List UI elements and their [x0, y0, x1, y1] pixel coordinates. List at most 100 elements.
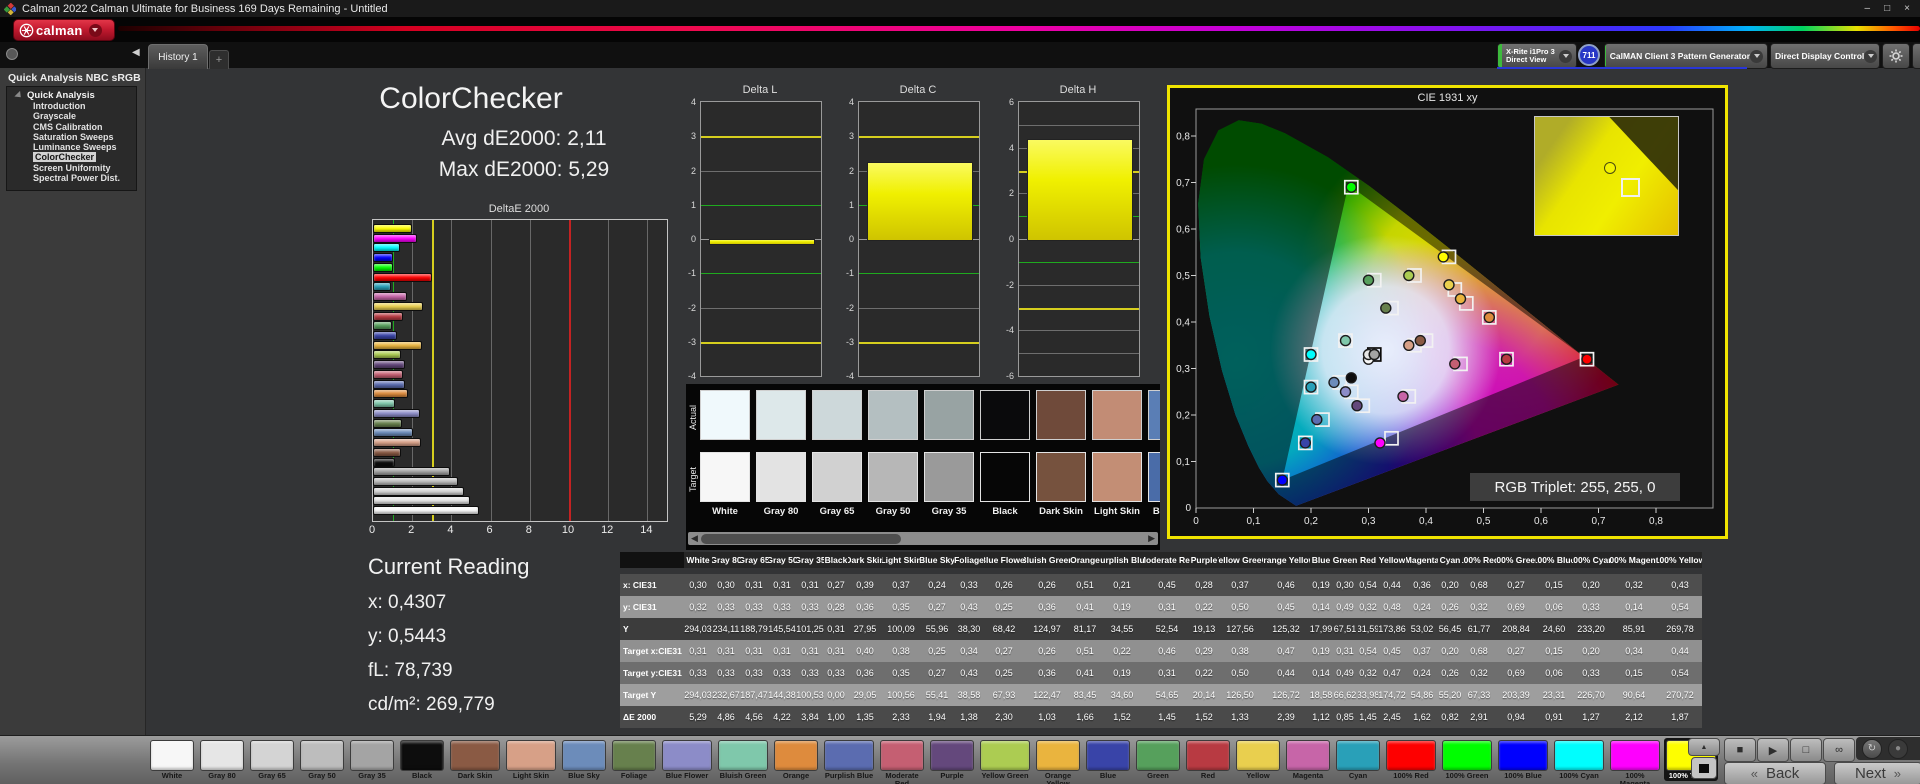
table-corner — [620, 552, 684, 568]
table-cell: 0,24 — [1406, 596, 1438, 618]
target-swatch-gray-65[interactable] — [812, 452, 862, 502]
scroll-left-icon[interactable]: ◀ — [691, 532, 698, 545]
maximize-button[interactable]: □ — [1884, 3, 1890, 14]
display-control-dropdown[interactable]: Direct Display Control — [1770, 43, 1880, 69]
sidebar-item-cms-calibration[interactable]: CMS Calibration — [33, 122, 136, 132]
sidebar-item-spectral-power-dist-[interactable]: Spectral Power Dist. — [33, 173, 136, 183]
actual-swatch-black[interactable] — [980, 390, 1030, 440]
pattern-button-yellow-green[interactable]: Yellow Green — [978, 738, 1032, 781]
tree-expander-icon[interactable] — [14, 90, 24, 101]
sidebar-item-luminance-sweeps[interactable]: Luminance Sweeps — [33, 142, 136, 152]
pattern-button-cyan[interactable]: Cyan — [1334, 738, 1382, 781]
pattern-generator-dropdown-icon[interactable] — [1750, 49, 1763, 63]
measured-dot — [1581, 353, 1593, 365]
loop-button[interactable]: ∞ — [1823, 738, 1855, 762]
target-swatch-dark-skin[interactable] — [1036, 452, 1086, 502]
pattern-button-100-red[interactable]: 100% Red — [1384, 738, 1438, 781]
pattern-button-foliage[interactable]: Foliage — [610, 738, 658, 781]
pattern-button-blue[interactable]: Blue — [1084, 738, 1132, 781]
pattern-generator-dropdown[interactable]: CalMAN Client 3 Pattern Generator — [1604, 43, 1768, 69]
sidebar-item-saturation-sweeps[interactable]: Saturation Sweeps — [33, 132, 136, 142]
stop-button[interactable]: ■ — [1724, 738, 1756, 762]
target-swatch-black[interactable] — [980, 452, 1030, 502]
pattern-button-purple[interactable]: Purple — [928, 738, 976, 781]
pattern-button-orange-yellow[interactable]: Orange Yellow — [1034, 738, 1082, 784]
swatch-name-label: Gray 35 — [931, 506, 967, 517]
actual-swatch-gray-35[interactable] — [924, 390, 974, 440]
svg-text:0,4: 0,4 — [1419, 516, 1433, 527]
tree-root[interactable]: Quick Analysis — [14, 90, 136, 101]
table-cell: 0,25 — [984, 596, 1024, 618]
tab-history-1[interactable]: History 1 — [148, 44, 208, 69]
swatch-name-label: Gray 80 — [763, 506, 799, 517]
actual-swatch-dark-skin[interactable] — [1036, 390, 1086, 440]
pattern-button-100-magenta[interactable]: 100% Magenta — [1608, 738, 1662, 784]
pattern-button-white[interactable]: White — [148, 738, 196, 781]
table-cell: 269,78 — [1658, 618, 1702, 640]
pattern-button-100-green[interactable]: 100% Green — [1440, 738, 1494, 781]
sidebar-item-grayscale[interactable]: Grayscale — [33, 111, 136, 121]
row-label: Y — [620, 618, 684, 640]
de-bar-gray-80 — [373, 496, 471, 506]
swatch-scroll-thumb[interactable] — [701, 533, 901, 544]
pattern-button-gray-65[interactable]: Gray 65 — [248, 738, 296, 781]
pattern-window-button[interactable]: □ — [1790, 738, 1822, 762]
calman-logo-button[interactable]: calman — [13, 19, 115, 41]
pattern-window-button[interactable] — [1691, 757, 1717, 779]
pattern-button-yellow[interactable]: Yellow — [1234, 738, 1282, 781]
partial-toolbar-button[interactable] — [1912, 43, 1920, 69]
pattern-button-dark-skin[interactable]: Dark Skin — [448, 738, 502, 781]
actual-swatch-gray-80[interactable] — [756, 390, 806, 440]
meter-count-badge[interactable]: 711 — [1578, 44, 1600, 66]
pattern-button-gray-80[interactable]: Gray 80 — [198, 738, 246, 781]
minimize-button[interactable]: – — [1865, 3, 1871, 14]
pattern-button-moderate-red[interactable]: Moderate Red — [878, 738, 926, 784]
play-button[interactable]: ▶ — [1757, 738, 1789, 762]
target-swatch-blue-sky[interactable] — [1148, 452, 1160, 502]
pattern-button-blue-flower[interactable]: Blue Flower — [660, 738, 714, 781]
sidebar-item-colorchecker[interactable]: ColorChecker — [33, 152, 136, 163]
add-tab-button[interactable]: + — [209, 50, 229, 69]
swatch-scrollbar[interactable]: ◀ ▶ — [688, 532, 1158, 545]
actual-swatch-gray-65[interactable] — [812, 390, 862, 440]
next-button[interactable]: Next » — [1834, 762, 1920, 784]
target-swatch-light-skin[interactable] — [1092, 452, 1142, 502]
sidebar-item-introduction[interactable]: Introduction — [33, 101, 136, 111]
target-swatch-gray-50[interactable] — [868, 452, 918, 502]
pattern-button-100-blue[interactable]: 100% Blue — [1496, 738, 1550, 781]
measurement-table: White Gray 80 Gray 65 Gray 50 Gray 35 Black Da… — [620, 552, 1702, 728]
close-button[interactable]: × — [1904, 3, 1910, 14]
target-swatch-gray-35[interactable] — [924, 452, 974, 502]
pattern-button-purplish-blue[interactable]: Purplish Blue — [822, 738, 876, 781]
pattern-button-light-skin[interactable]: Light Skin — [504, 738, 558, 781]
pattern-button-green[interactable]: Green — [1134, 738, 1182, 781]
target-swatch-gray-80[interactable] — [756, 452, 806, 502]
extra-round-button[interactable]: ● — [1888, 738, 1908, 759]
pattern-button-gray-50[interactable]: Gray 50 — [298, 738, 346, 781]
scroll-right-icon[interactable]: ▶ — [1148, 532, 1155, 545]
meter-dropdown-icon[interactable] — [1559, 49, 1572, 63]
logo-menu-dropdown[interactable] — [88, 23, 102, 37]
tab-scroll-left-icon[interactable]: ◀ — [132, 47, 140, 58]
pattern-button-100-cyan[interactable]: 100% Cyan — [1552, 738, 1606, 781]
pattern-button-red[interactable]: Red — [1184, 738, 1232, 781]
pattern-button-gray-35[interactable]: Gray 35 — [348, 738, 396, 781]
actual-swatch-light-skin[interactable] — [1092, 390, 1142, 440]
pattern-button-orange[interactable]: Orange — [772, 738, 820, 781]
sidebar-item-screen-uniformity[interactable]: Screen Uniformity — [33, 163, 136, 173]
target-swatch-white[interactable] — [700, 452, 750, 502]
back-button[interactable]: « Back — [1724, 762, 1826, 784]
actual-swatch-blue-sky[interactable] — [1148, 390, 1160, 440]
settings-button[interactable] — [1882, 43, 1910, 69]
actual-swatch-white[interactable] — [700, 390, 750, 440]
layout-dot-button[interactable] — [6, 48, 18, 60]
pattern-button-black[interactable]: Black — [398, 738, 446, 781]
actual-swatch-gray-50[interactable] — [868, 390, 918, 440]
pattern-button-blue-sky[interactable]: Blue Sky — [560, 738, 608, 781]
display-control-dropdown-icon[interactable] — [1864, 49, 1878, 63]
pattern-button-magenta[interactable]: Magenta — [1284, 738, 1332, 781]
refresh-button[interactable]: ↻ — [1862, 738, 1882, 759]
pattern-button-bluish-green[interactable]: Bluish Green — [716, 738, 770, 781]
meter-dropdown[interactable]: X-Rite i1Pro 3 Direct View — [1497, 43, 1577, 69]
strip-collapse-button[interactable]: ▲ — [1688, 738, 1720, 756]
